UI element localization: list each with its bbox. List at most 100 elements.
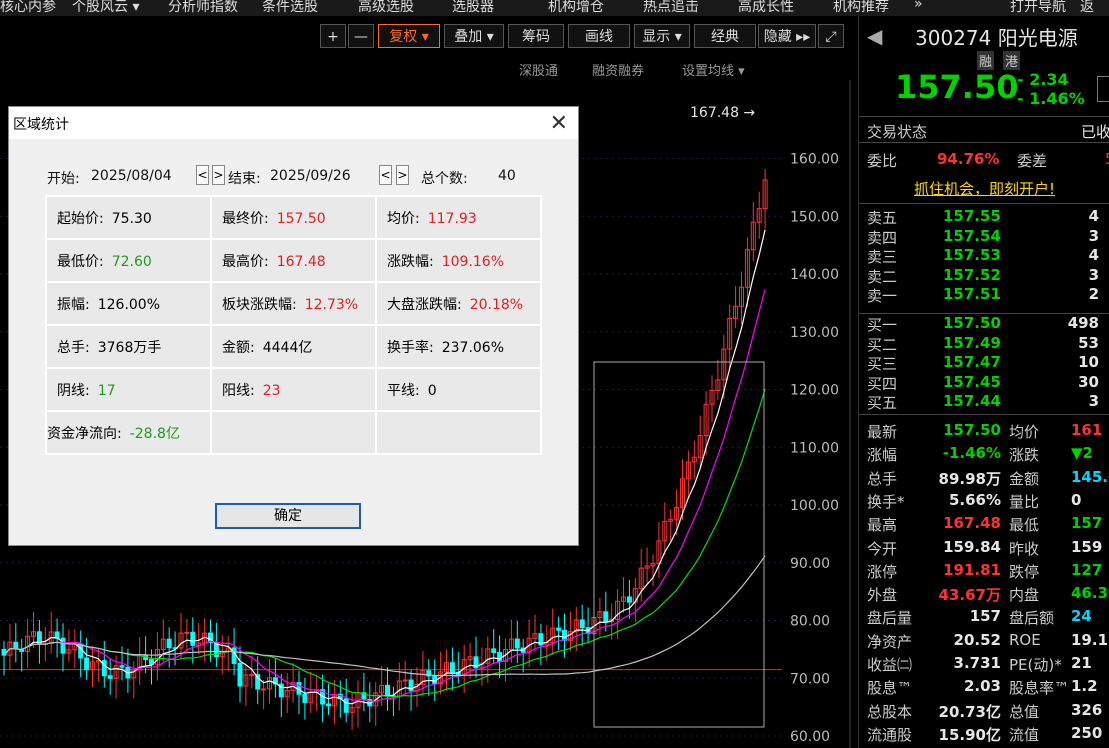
- candle-down: [626, 596, 632, 603]
- chip-button[interactable]: 筹码: [508, 24, 564, 48]
- zoom-out-button[interactable]: —: [348, 24, 374, 48]
- candle-down: [326, 703, 331, 707]
- stat-value: 0: [1071, 490, 1082, 509]
- y-tick-label: 90.00: [790, 556, 830, 572]
- menu-item[interactable]: 高级选股: [358, 0, 414, 16]
- menu-item[interactable]: 分析师指数: [168, 0, 238, 16]
- stat-label: 量比: [1009, 492, 1040, 511]
- stock-name: 阳光电源: [997, 26, 1078, 50]
- grid-key: 涨跌幅:: [387, 253, 434, 270]
- weicha-label: 委差: [1017, 152, 1048, 170]
- y-tick-label: 80.00: [790, 614, 830, 630]
- start-next-button[interactable]: >: [212, 165, 225, 185]
- buy-order-row[interactable]: 买四 157.45 30: [859, 373, 1109, 393]
- selection-box[interactable]: [593, 361, 765, 728]
- menu-item[interactable]: 核心内参: [0, 0, 56, 16]
- sell-order-row[interactable]: 卖二 157.52 3: [859, 266, 1109, 286]
- grid-cell: 总手: 3768万手: [45, 324, 212, 369]
- stat-label: 最高: [867, 516, 898, 535]
- fuquan-dropdown[interactable]: 复权 ▾: [378, 24, 440, 48]
- menu-item[interactable]: 条件选股: [262, 0, 318, 16]
- stats-row: 总手 89.98万金额 145.0: [859, 465, 1109, 488]
- zoom-in-button[interactable]: +: [320, 24, 346, 48]
- sell-order-row[interactable]: 卖一 157.51 2: [859, 285, 1109, 305]
- grid-cell: 阳线: 23: [210, 367, 377, 412]
- trade-status-label: 交易状态: [867, 123, 928, 141]
- stat-label: 涨停: [867, 562, 898, 581]
- menu-item[interactable]: 机构增仓: [548, 0, 604, 16]
- fullscreen-icon[interactable]: ⤢: [818, 24, 844, 48]
- menu-item[interactable]: 返: [1080, 0, 1094, 16]
- prev-stock-icon[interactable]: ◀: [867, 24, 882, 48]
- order-label: 买三: [867, 355, 898, 373]
- menu-item[interactable]: 机构推荐: [833, 0, 889, 16]
- candle-down: [166, 638, 172, 649]
- stats-row: 换手* 5.66% 量比 0: [859, 488, 1109, 511]
- display-dropdown[interactable]: 显示 ▾: [634, 24, 690, 48]
- stat-value: 20.52: [953, 630, 1001, 649]
- buy-order-row[interactable]: 买五 157.44 3: [859, 392, 1109, 412]
- y-tick-label: 60.00: [790, 729, 830, 745]
- sell-order-row[interactable]: 卖五 157.55 4: [859, 207, 1109, 227]
- grid-cell: 振幅: 126.00%: [45, 281, 212, 326]
- grid-value: 126.00%: [97, 296, 161, 313]
- menu-more[interactable]: »: [914, 0, 923, 12]
- end-prev-button[interactable]: <: [379, 165, 392, 185]
- promo-link[interactable]: 抓住机会，即刻开户!: [859, 175, 1109, 198]
- y-tick-label: 150.00: [790, 209, 839, 225]
- stat-value: 24: [1071, 607, 1092, 626]
- grid-cell: 涨跌幅: 109.16%: [375, 238, 542, 283]
- ok-button[interactable]: 确定: [215, 503, 361, 529]
- y-tick-label: 110.00: [790, 440, 839, 456]
- menu-item[interactable]: 打开导航: [1010, 0, 1066, 16]
- y-tick-label: 120.00: [790, 383, 839, 399]
- sell-order-row[interactable]: 卖四 157.54 3: [859, 227, 1109, 247]
- stat-label: 换手*: [867, 492, 905, 511]
- close-icon[interactable]: ✕: [550, 111, 568, 136]
- shengu-link[interactable]: 深股通: [519, 60, 558, 79]
- stats-row: 今开 159.84 昨收 159: [859, 535, 1109, 558]
- order-price: 157.50: [943, 314, 1001, 332]
- hide-button[interactable]: 隐藏 ▸▸: [758, 24, 816, 48]
- end-next-button[interactable]: >: [396, 165, 409, 185]
- expand-icon[interactable]: [1097, 76, 1109, 102]
- classic-button[interactable]: 经典: [694, 24, 756, 48]
- stat-label: 外盘: [867, 586, 898, 605]
- draw-line-button[interactable]: 画线: [568, 24, 630, 48]
- trade-status-row: 交易状态 已收: [859, 118, 1109, 141]
- y-tick-label: 100.00: [790, 498, 839, 514]
- grid-value: 17: [97, 382, 116, 399]
- rongzi-link[interactable]: 融资融券: [592, 60, 644, 79]
- promo-text[interactable]: 抓住机会，即刻开户!: [914, 178, 1055, 199]
- y-tick-label: 160.00: [790, 152, 839, 168]
- sell-order-row[interactable]: 卖三 157.53 4: [859, 246, 1109, 266]
- buy-order-row[interactable]: 买三 157.47 10: [859, 353, 1109, 373]
- grid-cell: 大盘涨跌幅: 20.18%: [375, 281, 542, 326]
- stat-value: 157: [969, 607, 1001, 626]
- grid-cell: 最终价: 157.50: [210, 195, 377, 240]
- menu-item[interactable]: 热点追击: [643, 0, 699, 16]
- menu-item[interactable]: 高成长性: [738, 0, 794, 16]
- order-label: 卖四: [867, 228, 898, 247]
- menu-item[interactable]: 选股器: [452, 0, 494, 16]
- quote-panel: ◀ 300274 阳光电源 融 港 157.50 - 2.34 - 1.46% …: [858, 16, 1109, 748]
- candle-down: [78, 643, 84, 659]
- stat-value: 250: [1071, 723, 1103, 742]
- stats-row: 股息™ 2.03 股息率™ 1.2: [859, 674, 1109, 697]
- stat-label: 今开: [867, 539, 898, 558]
- stat-label: 盘后额: [1009, 609, 1055, 628]
- overlay-dropdown[interactable]: 叠加 ▾: [444, 24, 504, 48]
- order-price: 157.51: [943, 285, 1001, 303]
- buy-order-row[interactable]: 买一 157.50 498: [859, 314, 1109, 334]
- grid-cell: 均价: 117.93: [375, 195, 542, 240]
- stats-row: 外盘 43.67万 内盘 46.3: [859, 581, 1109, 604]
- buy-order-row[interactable]: 买二 157.49 53: [859, 334, 1109, 354]
- stat-value: 1.2: [1071, 677, 1098, 696]
- start-prev-button[interactable]: <: [196, 165, 209, 185]
- grid-key: 最终价:: [222, 210, 269, 227]
- stat-label: ROE: [1009, 630, 1041, 649]
- order-price: 157.44: [943, 392, 1001, 410]
- menu-item[interactable]: 个股风云 ▾: [72, 0, 139, 16]
- stat-label: 金额: [1009, 469, 1040, 488]
- ma-settings-dropdown[interactable]: 设置均线 ▾: [682, 60, 745, 79]
